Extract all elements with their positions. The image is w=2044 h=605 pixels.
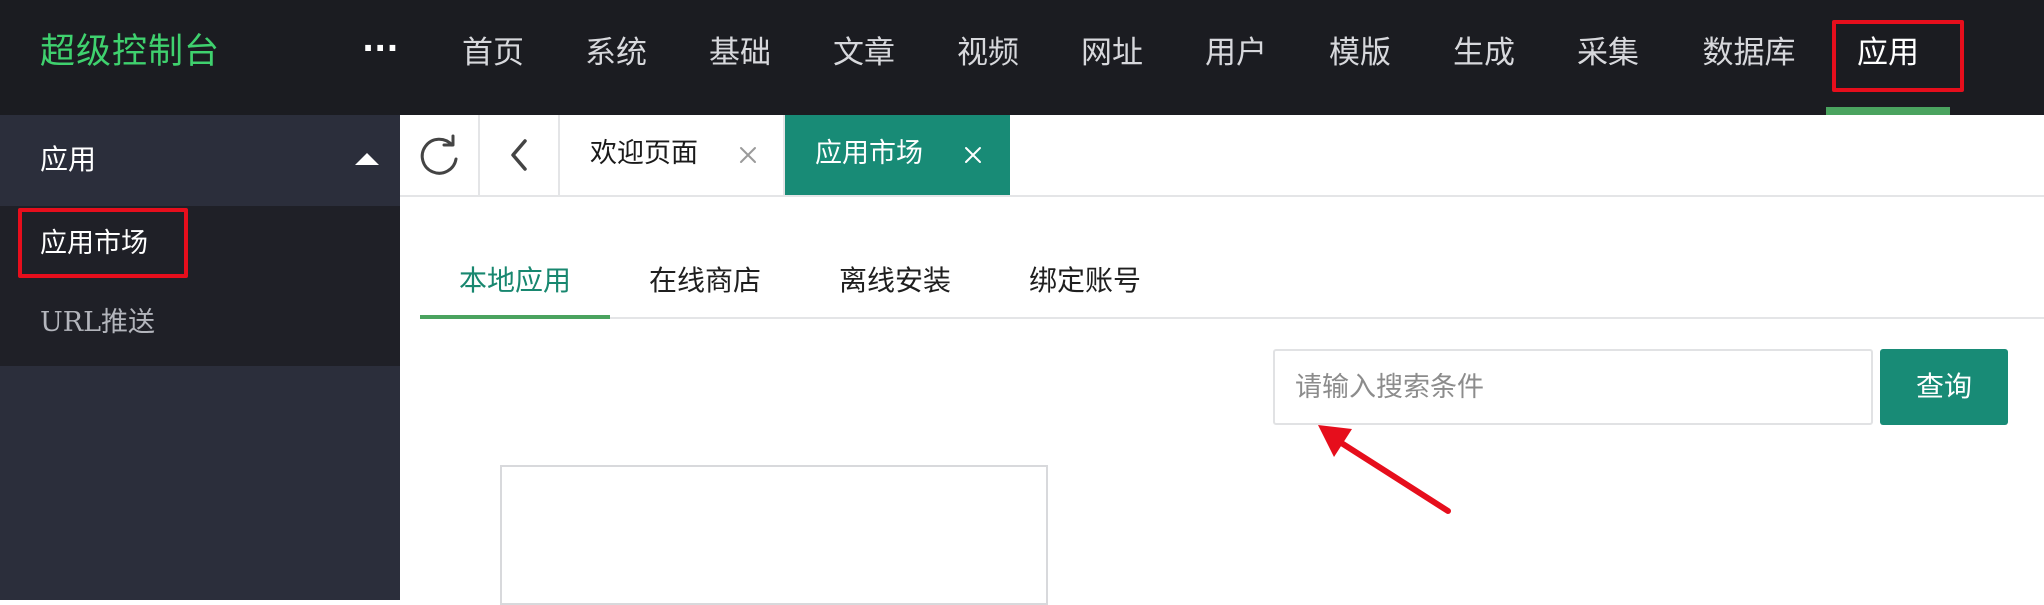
tab-app-market-label: 应用市场 (815, 138, 923, 169)
annotation-arrow-icon (1318, 425, 1451, 514)
close-icon[interactable] (961, 143, 985, 167)
sidebar: 应用 应用市场 URL推送 (0, 115, 400, 600)
subtab-bind-account[interactable]: 绑定账号 (990, 243, 1180, 317)
tab-welcome-label: 欢迎页面 (590, 138, 698, 169)
nav-item-collect[interactable]: 采集 (1575, 28, 1641, 78)
nav-item-database[interactable]: 数据库 (1699, 28, 1799, 78)
nav-item-url[interactable]: 网址 (1079, 28, 1145, 78)
back-button[interactable] (480, 115, 560, 195)
nav-item-apps[interactable]: 应用 (1855, 28, 1921, 78)
nav-item-basic[interactable]: 基础 (707, 28, 773, 78)
nav-item-template[interactable]: 模版 (1327, 28, 1393, 78)
sidebar-group-label: 应用 (40, 143, 97, 176)
chevron-left-icon (511, 139, 527, 171)
more-menu-button[interactable]: ··· (362, 32, 398, 72)
refresh-icon (420, 134, 458, 175)
app-card[interactable] (500, 465, 1048, 605)
nav-item-system[interactable]: 系统 (583, 28, 649, 78)
tab-app-market[interactable]: 应用市场 (785, 115, 1010, 195)
subtab-local-apps[interactable]: 本地应用 (420, 243, 610, 317)
subtab-online-store[interactable]: 在线商店 (610, 243, 800, 317)
sidebar-item-app-market[interactable]: 应用市场 (40, 222, 148, 266)
main-content: 欢迎页面 应用市场 本地应用 在线商店 离线安装 绑定账号 查询 (400, 115, 2044, 605)
query-button[interactable]: 查询 (1880, 349, 2008, 425)
sidebar-submenu: 应用市场 URL推送 (0, 206, 400, 366)
active-subtab-indicator (420, 315, 610, 319)
app-logo[interactable]: 超级控制台 (40, 30, 220, 74)
nav-item-user[interactable]: 用户 (1203, 28, 1269, 78)
caret-up-icon (355, 153, 379, 165)
tab-welcome[interactable]: 欢迎页面 (560, 115, 785, 195)
nav-item-generate[interactable]: 生成 (1451, 28, 1517, 78)
nav-item-home[interactable]: 首页 (460, 28, 526, 78)
close-icon[interactable] (736, 143, 760, 167)
sidebar-group-apps[interactable]: 应用 (0, 115, 400, 206)
nav-item-video[interactable]: 视频 (955, 28, 1021, 78)
active-nav-indicator (1826, 107, 1950, 115)
market-subtabs: 本地应用 在线商店 离线安装 绑定账号 (420, 243, 2044, 319)
subtab-offline-install[interactable]: 离线安装 (800, 243, 990, 317)
refresh-button[interactable] (400, 115, 480, 195)
nav-item-article[interactable]: 文章 (831, 28, 897, 78)
search-input[interactable] (1273, 349, 1873, 425)
page-tab-strip: 欢迎页面 应用市场 (400, 115, 2044, 197)
sidebar-item-url-push[interactable]: URL推送 (40, 301, 155, 345)
top-header: 超级控制台 ··· 首页 系统 基础 文章 视频 网址 用户 模版 生成 采集 … (0, 0, 2044, 115)
